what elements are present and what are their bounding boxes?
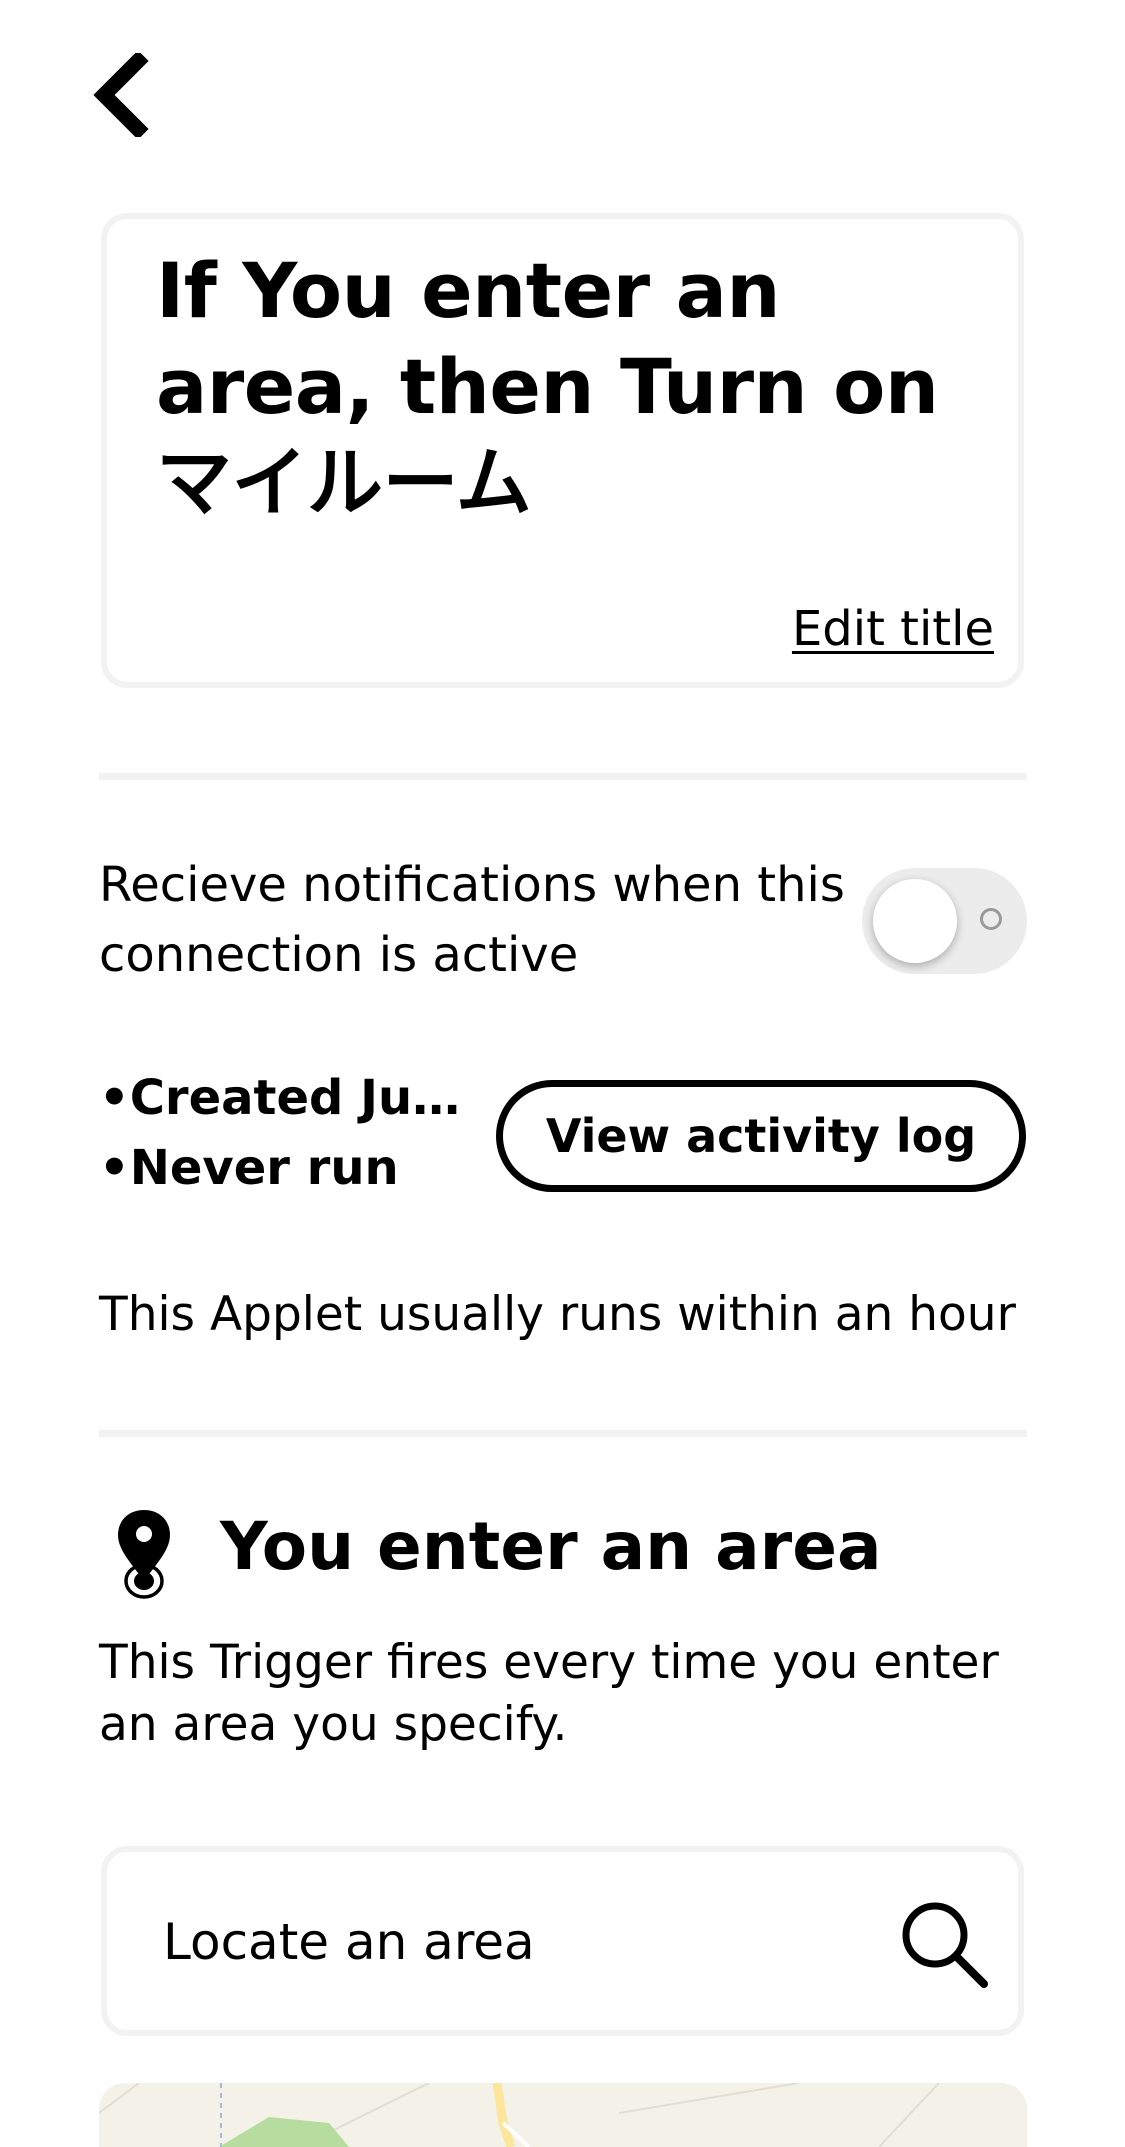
trigger-description: This Trigger fires every time you enter …: [99, 1635, 999, 1752]
toggle-knob: [873, 879, 957, 963]
edit-title-link[interactable]: Edit title: [792, 601, 994, 657]
applet-title: If You enter an area, then Turn on マイルーム: [156, 246, 939, 527]
applet-meta-list: Created Jul… Never run: [99, 1063, 469, 1203]
map-preview[interactable]: [99, 2083, 1027, 2147]
created-date: Created Jul…: [99, 1063, 469, 1133]
search-icon[interactable]: [896, 1896, 992, 1992]
trigger-title: You enter an area: [220, 1508, 882, 1585]
notifications-toggle[interactable]: [862, 868, 1027, 974]
section-divider: [99, 773, 1027, 780]
applet-speed-text: This Applet usually runs within an hour: [99, 1287, 1016, 1342]
map-image: [99, 2083, 1027, 2147]
applet-title-card: If You enter an area, then Turn on マイルーム…: [101, 213, 1024, 688]
section-divider: [99, 1430, 1027, 1437]
back-button[interactable]: [92, 50, 162, 140]
chevron-left-icon: [93, 53, 149, 137]
locate-area-label: Locate an area: [163, 1913, 535, 1971]
toggle-off-indicator: [980, 908, 1002, 930]
run-status: Never run: [99, 1133, 469, 1203]
locate-area-field[interactable]: Locate an area: [101, 1846, 1024, 2036]
notifications-label: Recieve notifications when this connecti…: [99, 857, 845, 983]
view-activity-log-button[interactable]: View activity log: [496, 1080, 1026, 1192]
location-pin-icon: [118, 1510, 170, 1599]
